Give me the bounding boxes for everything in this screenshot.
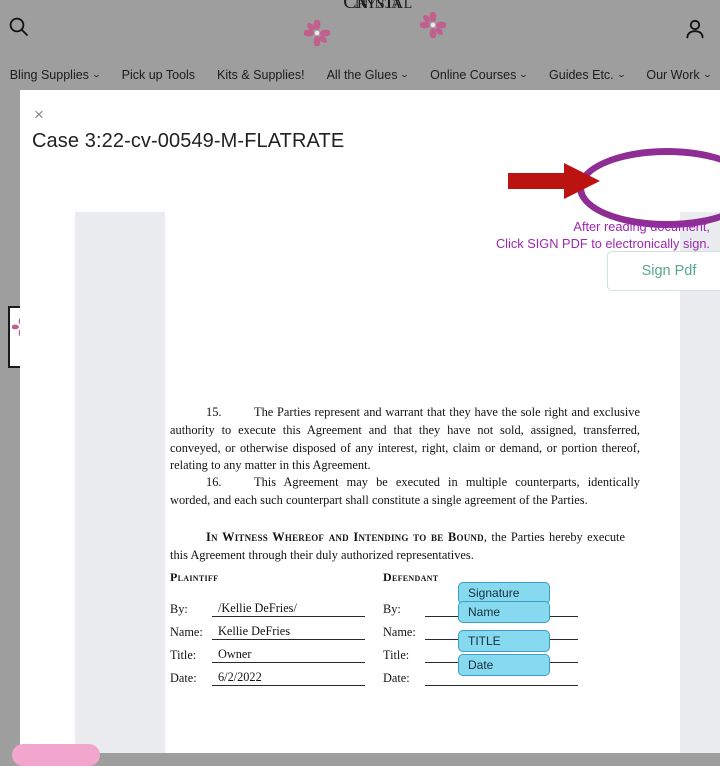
form-field-date[interactable]: Date (458, 654, 550, 676)
row-label: Title: (383, 648, 410, 662)
row-value: /Kellie DeFries/ (212, 601, 365, 617)
chevron-down-icon: ⌄ (701, 70, 712, 79)
paragraph-number: 16. (206, 475, 222, 490)
form-field-name[interactable]: Name (458, 601, 550, 623)
nav-item-guides-etc[interactable]: Guides Etc. ⌄ (538, 68, 635, 82)
document-paragraph-16: 16. This Agreement may be executed in mul… (170, 474, 640, 509)
document-witness-clause: In Witness Whereof and Intending to be B… (170, 529, 625, 564)
close-icon[interactable]: × (34, 106, 44, 123)
nav-item-bling-supplies[interactable]: Bling Supplies ⌄ (0, 68, 111, 82)
row-label: Date: (170, 671, 197, 685)
nav-label: Pick up Tools (121, 68, 196, 82)
brand-logo[interactable]: Crystal Ninja (304, 0, 448, 52)
site-header: Crystal Ninja Bling Supplies ⌄ Pick up T… (0, 0, 720, 96)
plaintiff-row-title: Title: Owner (170, 640, 365, 663)
row-value: Kellie DeFries (212, 624, 365, 640)
search-icon[interactable] (8, 16, 30, 38)
row-label: Title: (170, 648, 197, 662)
plaintiff-row-name: Name: Kellie DeFries (170, 617, 365, 640)
plaintiff-heading: Plaintiff (170, 570, 219, 584)
row-label: By: (383, 602, 401, 616)
plaintiff-row-by: By: /Kellie DeFries/ (170, 594, 365, 617)
plaintiff-row-date: Date: 6/2/2022 (170, 663, 365, 686)
bottom-pink-pill[interactable] (12, 744, 100, 766)
row-value: Owner (212, 647, 365, 663)
chevron-down-icon: ⌄ (518, 70, 529, 79)
nav-label: Online Courses (430, 68, 517, 82)
nav-label: All the Glues (326, 68, 398, 82)
nav-item-online-courses[interactable]: Online Courses ⌄ (419, 68, 538, 82)
account-icon[interactable] (684, 18, 706, 40)
nav-label: Kits & Supplies! (217, 68, 305, 82)
page-title: Case 3:22-cv-00549-M-FLATRATE (32, 130, 345, 152)
flower-left-icon (304, 20, 330, 46)
chevron-down-icon: ⌄ (91, 70, 102, 79)
chevron-down-icon: ⌄ (615, 70, 627, 79)
signature-block-plaintiff: Plaintiff By: /Kellie DeFries/ Name: Kel… (170, 570, 365, 686)
paragraph-number: 15. (206, 405, 222, 420)
row-label: Name: (170, 625, 203, 639)
nav-item-our-work[interactable]: Our Work ⌄ (635, 68, 720, 82)
document-paragraph-15: 15. The Parties represent and warrant tha… (170, 404, 640, 474)
nav-item-pick-up-tools[interactable]: Pick up Tools (111, 68, 206, 82)
pdf-viewer: 15. The Parties represent and warrant tha… (20, 212, 720, 753)
row-label: Date: (383, 671, 410, 685)
nav-item-all-the-glues[interactable]: All the Glues ⌄ (316, 68, 420, 82)
nav-label: Our Work (646, 68, 700, 82)
flower-right-icon (420, 12, 446, 38)
form-field-title[interactable]: TITLE (458, 630, 550, 652)
row-label: Name: (383, 625, 416, 639)
row-label: By: (170, 602, 188, 616)
nav-label: Bling Supplies (9, 68, 89, 82)
chevron-down-icon: ⌄ (399, 70, 410, 79)
main-navigation: Bling Supplies ⌄ Pick up Tools Kits & Su… (0, 60, 720, 90)
nav-label: Guides Etc. (549, 68, 614, 82)
viewer-left-rail (75, 212, 165, 753)
viewer-right-rail[interactable] (680, 212, 720, 753)
pdf-signing-modal: × Case 3:22-cv-00549-M-FLATRATE Sign Pdf… (20, 90, 720, 753)
row-value: 6/2/2022 (212, 670, 365, 686)
nav-item-kits-supplies[interactable]: Kits & Supplies! (206, 68, 316, 82)
pdf-page: 15. The Parties represent and warrant tha… (165, 212, 680, 753)
sign-pdf-button[interactable]: Sign Pdf (607, 251, 720, 291)
witness-lead-text: In Witness Whereof and Intending to be B… (206, 530, 484, 545)
